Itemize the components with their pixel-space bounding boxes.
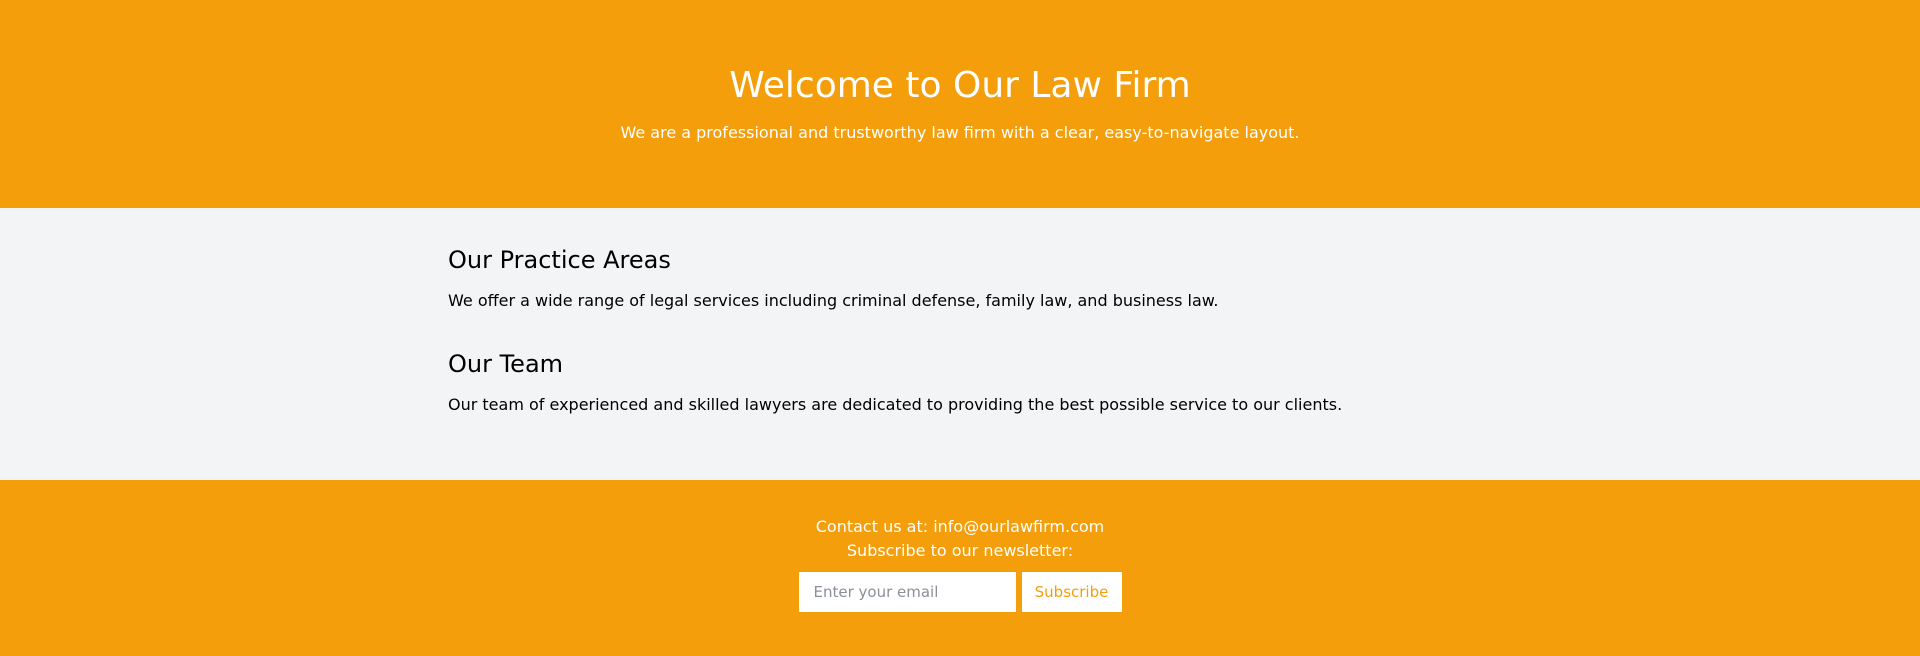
footer: Contact us at: info@ourlawfirm.com Subsc…: [0, 480, 1920, 656]
newsletter-label: Subscribe to our newsletter:: [846, 541, 1074, 560]
team-heading: Our Team: [448, 350, 564, 378]
practice-areas-heading: Our Practice Areas: [448, 246, 671, 274]
hero-banner: Welcome to Our Law Firm We are a profess…: [0, 0, 1920, 208]
practice-areas-text: We offer a wide range of legal services …: [448, 291, 1219, 310]
newsletter-form: Subscribe: [0, 572, 1920, 612]
main-content: Our Practice Areas We offer a wide range…: [0, 208, 1920, 480]
page-title: Welcome to Our Law Firm: [729, 65, 1191, 106]
email-input[interactable]: [798, 572, 1016, 612]
team-section: Our Team Our team of experienced and ski…: [448, 348, 1920, 416]
subscribe-button[interactable]: Subscribe: [1021, 572, 1122, 612]
team-text: Our team of experienced and skilled lawy…: [448, 395, 1343, 414]
hero-subtitle: We are a professional and trustworthy la…: [620, 123, 1300, 142]
contact-text: Contact us at: info@ourlawfirm.com: [815, 517, 1105, 536]
practice-areas-section: Our Practice Areas We offer a wide range…: [448, 244, 1920, 312]
